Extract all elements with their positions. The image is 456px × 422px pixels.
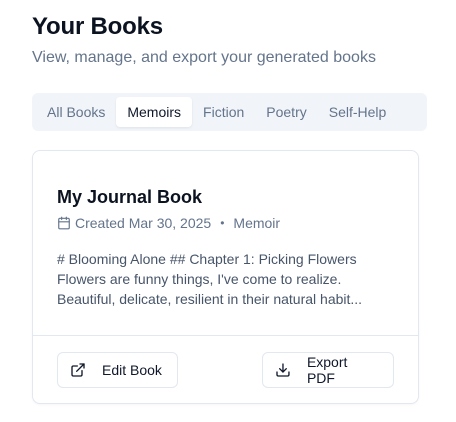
book-card-body: My Journal Book Created Mar 30, 2025 • M… bbox=[33, 151, 418, 335]
tab-memoirs[interactable]: Memoirs bbox=[116, 97, 193, 127]
book-excerpt: # Blooming Alone ## Chapter 1: Picking F… bbox=[57, 249, 387, 309]
tab-fiction[interactable]: Fiction bbox=[192, 97, 255, 127]
page-subtitle: View, manage, and export your generated … bbox=[32, 49, 376, 66]
export-pdf-button[interactable]: Export PDF bbox=[262, 352, 394, 388]
book-card-footer: Edit Book Export PDF bbox=[33, 336, 418, 388]
book-meta: Created Mar 30, 2025 • Memoir bbox=[57, 213, 394, 233]
tab-all-books[interactable]: All Books bbox=[36, 97, 116, 127]
excerpt-line: Flowers are funny things, I've come to r… bbox=[57, 271, 342, 287]
edit-book-button[interactable]: Edit Book bbox=[57, 352, 178, 388]
tab-self-help[interactable]: Self-Help bbox=[318, 97, 398, 127]
download-icon bbox=[276, 363, 290, 377]
book-category: Memoir bbox=[233, 215, 281, 231]
book-title: My Journal Book bbox=[57, 187, 203, 207]
export-pdf-label: Export PDF bbox=[306, 354, 348, 386]
excerpt-line: Beautiful, delicate, resilient in their … bbox=[57, 291, 363, 307]
page-title: Your Books bbox=[32, 13, 163, 40]
meta-separator: • bbox=[220, 216, 225, 230]
external-link-icon bbox=[71, 363, 85, 377]
book-created-date: Created Mar 30, 2025 bbox=[75, 215, 212, 231]
tab-poetry[interactable]: Poetry bbox=[255, 97, 317, 127]
excerpt-line: # Blooming Alone ## Chapter 1: Picking F… bbox=[57, 251, 357, 267]
category-tabs: All Books Memoirs Fiction Poetry Self-He… bbox=[32, 93, 427, 131]
edit-book-label: Edit Book bbox=[102, 362, 162, 378]
book-card: My Journal Book Created Mar 30, 2025 • M… bbox=[32, 150, 419, 404]
calendar-icon bbox=[58, 216, 70, 230]
